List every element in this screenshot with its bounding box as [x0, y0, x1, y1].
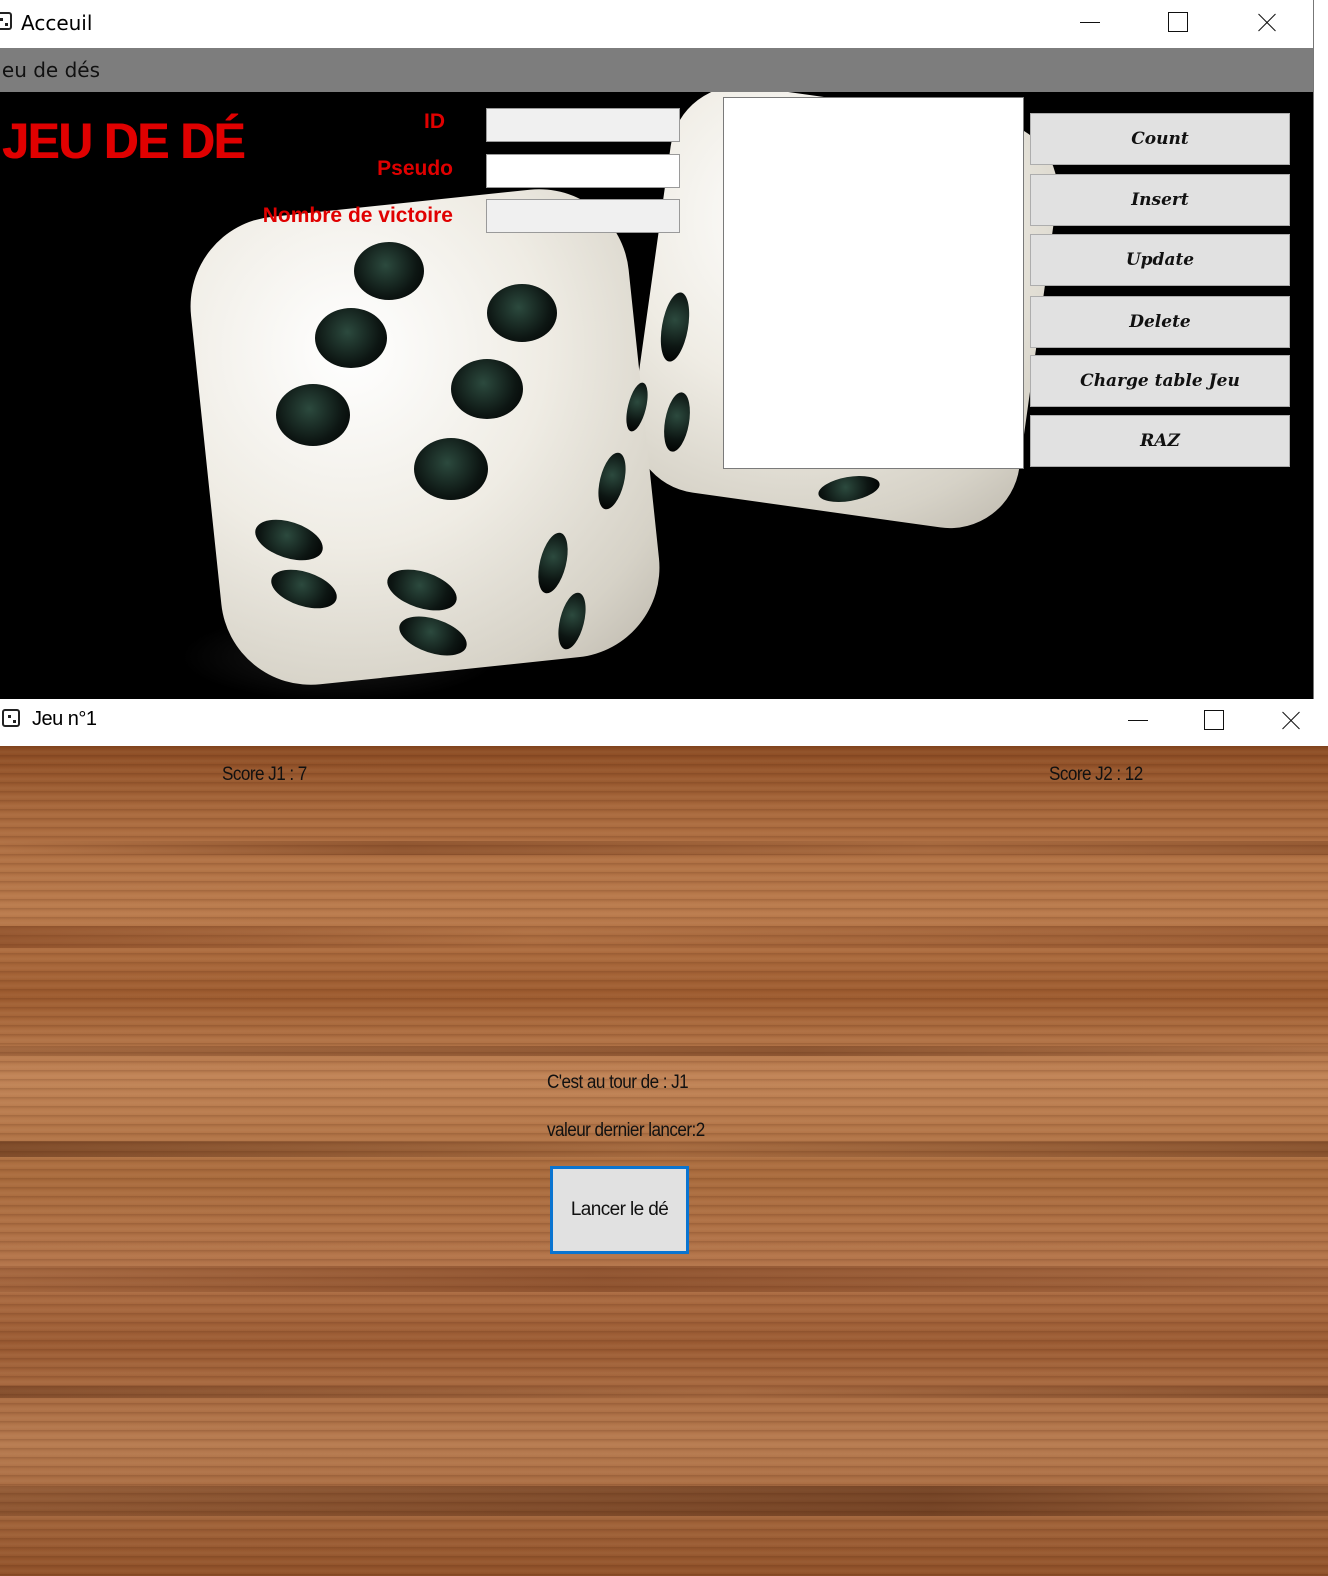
raz-button[interactable]: RAZ — [1030, 415, 1290, 467]
acceuil-titlebar[interactable]: Acceuil — [0, 0, 1313, 48]
acceuil-content: JEU DE DÉ ID Pseudo Nombre de victoire C… — [0, 92, 1313, 702]
game-board: Score J1 : 7 Score J2 : 12 C'est au tour… — [0, 746, 1328, 1576]
charge-table-button[interactable]: Charge table Jeu — [1030, 355, 1290, 407]
victoires-field[interactable] — [486, 199, 680, 233]
jeu-titlebar[interactable]: Jeu n°1 — [0, 699, 1328, 746]
minimize-icon[interactable] — [1070, 2, 1110, 42]
window-title: Acceuil — [21, 11, 93, 35]
delete-button[interactable]: Delete — [1030, 296, 1290, 348]
close-icon[interactable] — [1247, 2, 1287, 42]
pseudo-label: Pseudo — [377, 157, 453, 180]
id-label: ID — [424, 110, 445, 133]
insert-button[interactable]: Insert — [1030, 174, 1290, 226]
update-button[interactable]: Update — [1030, 234, 1290, 286]
count-button[interactable]: Count — [1030, 113, 1290, 165]
dice-app-icon — [0, 12, 12, 30]
dice-app-icon — [2, 709, 20, 727]
pseudo-field[interactable] — [486, 154, 680, 188]
minimize-icon[interactable] — [1118, 700, 1158, 740]
maximize-icon[interactable] — [1194, 700, 1234, 740]
turn-label: C'est au tour de : J1 — [547, 1072, 689, 1093]
menu-bar: Jeu de dés — [0, 48, 1313, 92]
menu-item-jeu-de-des[interactable]: Jeu de dés — [0, 58, 100, 82]
players-listbox[interactable] — [723, 97, 1024, 469]
score-j1: Score J1 : 7 — [222, 764, 307, 785]
maximize-icon[interactable] — [1158, 2, 1198, 42]
roll-dice-button[interactable]: Lancer le dé — [550, 1166, 689, 1254]
id-field[interactable] — [486, 108, 680, 142]
window-title: Jeu n°1 — [32, 708, 97, 730]
last-roll-label: valeur dernier lancer:2 — [547, 1120, 705, 1141]
close-icon[interactable] — [1271, 700, 1311, 740]
victoires-label: Nombre de victoire — [262, 204, 453, 227]
jeu-window: Jeu n°1 Score J1 : 7 Score J2 : 12 C'est… — [0, 699, 1328, 1576]
acceuil-window: Acceuil Jeu de dés JEU DE DÉ ID Pseudo N… — [0, 0, 1314, 702]
score-j2: Score J2 : 12 — [1049, 764, 1143, 785]
app-title: JEU DE DÉ — [2, 113, 245, 169]
